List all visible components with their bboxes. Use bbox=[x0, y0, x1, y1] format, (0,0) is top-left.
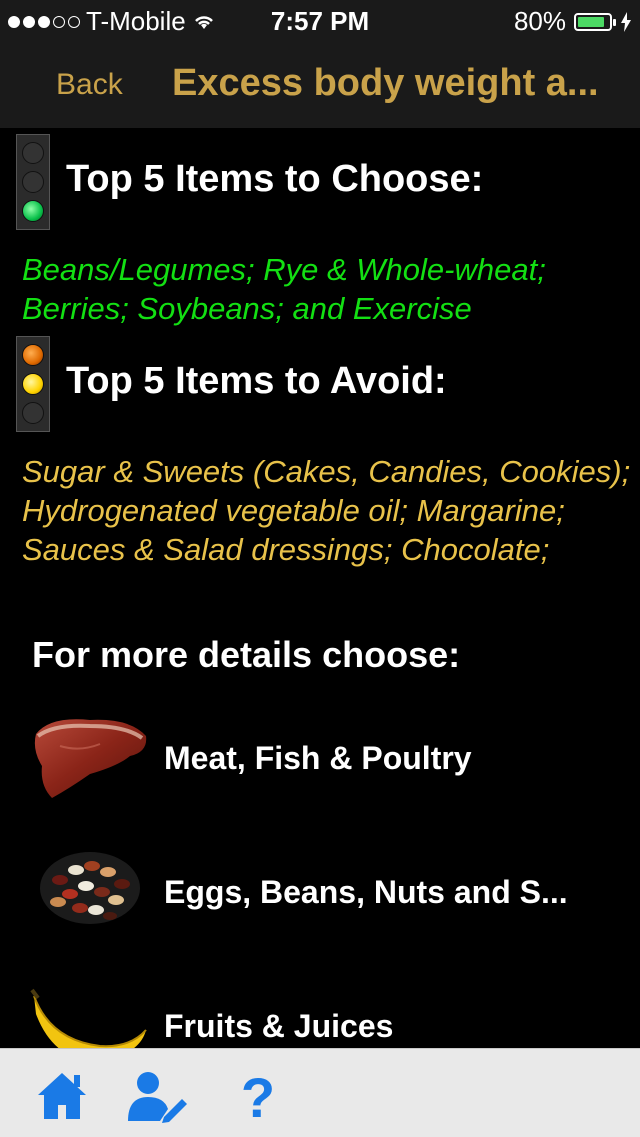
meat-icon bbox=[34, 719, 147, 798]
avoid-text: Sugar & Sweets (Cakes, Candies, Cookies)… bbox=[22, 454, 631, 567]
choose-text: Beans/Legumes; Rye & Whole-wheat; Berrie… bbox=[22, 252, 546, 326]
charging-bolt-icon bbox=[621, 11, 631, 32]
tab-bar: ? bbox=[0, 1048, 640, 1137]
banana-icon bbox=[30, 988, 147, 1048]
battery-icon bbox=[574, 12, 616, 31]
category-label: Fruits & Juices bbox=[164, 1008, 394, 1044]
tab-help[interactable]: ? bbox=[230, 1066, 286, 1129]
category-label: Meat, Fish & Poultry bbox=[164, 740, 472, 776]
content-area[interactable]: Top 5 Items to Choose: Beans/Legumes; Ry… bbox=[0, 128, 640, 1048]
user-edit-icon bbox=[128, 1072, 187, 1123]
beans-icon bbox=[40, 852, 140, 924]
category-label: Eggs, Beans, Nuts and S... bbox=[164, 874, 568, 910]
category-eggs-beans-nuts[interactable]: Eggs, Beans, Nuts and S... bbox=[0, 840, 640, 950]
category-fruits-juices[interactable]: Fruits & Juices bbox=[0, 974, 640, 1048]
battery-percent: 80% bbox=[513, 6, 566, 36]
tab-profile-edit[interactable] bbox=[124, 1067, 187, 1123]
page-title: Excess body weight a... bbox=[172, 62, 599, 104]
status-right: 80% bbox=[514, 6, 632, 37]
traffic-light-yellow-icon bbox=[16, 336, 50, 432]
back-button[interactable]: Back bbox=[56, 68, 123, 102]
avoid-heading: Top 5 Items to Avoid: bbox=[66, 360, 447, 402]
choose-heading: Top 5 Items to Choose: bbox=[66, 158, 484, 200]
status-bar: T-Mobile 7:57 PM 80% bbox=[0, 0, 640, 40]
category-meat-fish-poultry[interactable]: Meat, Fish & Poultry bbox=[0, 706, 640, 816]
tab-home[interactable] bbox=[34, 1067, 90, 1123]
home-icon bbox=[38, 1073, 86, 1119]
details-heading: For more details choose: bbox=[32, 634, 461, 675]
svg-text:?: ? bbox=[241, 1067, 275, 1123]
help-icon: ? bbox=[241, 1066, 275, 1129]
navigation-bar: Back Excess body weight a... bbox=[0, 40, 640, 128]
traffic-light-green-icon bbox=[16, 134, 50, 230]
